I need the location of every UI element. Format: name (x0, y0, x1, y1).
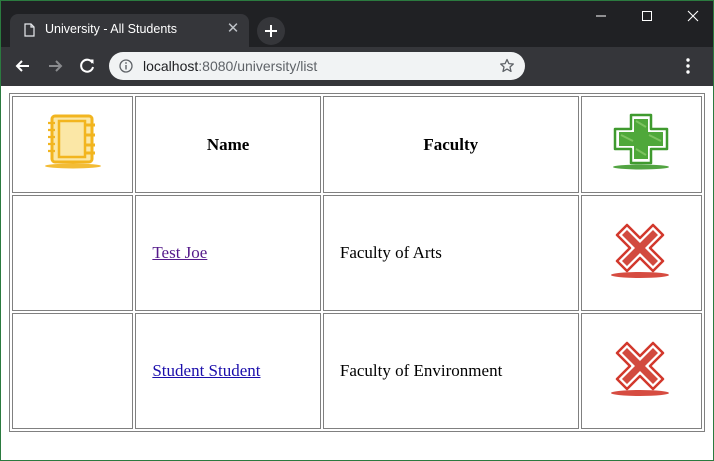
notebook-icon (44, 114, 101, 169)
plus-icon (265, 25, 277, 37)
delete-x-icon[interactable] (609, 221, 673, 281)
table-header-row: Name Faculty (12, 96, 702, 193)
url-path: :8080/university/list (198, 58, 318, 74)
new-tab-button[interactable] (257, 17, 285, 45)
browser-window: University - All Students ✕ localhost:80… (1, 1, 713, 460)
browser-toolbar: localhost:8080/university/list (1, 47, 713, 86)
student-name-cell: Test Joe (135, 195, 321, 311)
table-row: Test Joe Faculty of Arts (12, 195, 702, 311)
header-icon-cell (12, 96, 134, 193)
students-table: Name Faculty Test Joe Faculty of Arts St… (9, 93, 705, 432)
student-name-link[interactable]: Student Student (152, 361, 260, 380)
tab-title: University - All Students (45, 22, 177, 36)
reload-icon[interactable] (77, 56, 97, 76)
page-content: Name Faculty Test Joe Faculty of Arts St… (1, 86, 713, 460)
student-name-link[interactable]: Test Joe (152, 243, 207, 262)
student-faculty-cell: Faculty of Arts (322, 195, 579, 311)
forward-arrow-icon[interactable] (45, 56, 65, 76)
url-host: localhost (143, 58, 199, 74)
column-header-faculty: Faculty (322, 96, 579, 193)
tab-close-icon[interactable]: ✕ (226, 21, 240, 36)
url-text: localhost:8080/university/list (143, 58, 317, 74)
table-row: Student Student Faculty of Environment (12, 313, 702, 429)
add-plus-icon[interactable] (609, 111, 673, 173)
add-student-cell (580, 96, 702, 193)
student-name-cell: Student Student (135, 313, 321, 429)
row-empty-cell (12, 195, 134, 311)
minimize-icon[interactable] (591, 7, 611, 25)
maximize-icon[interactable] (637, 7, 657, 25)
document-icon (24, 23, 35, 37)
back-arrow-icon[interactable] (13, 56, 33, 76)
delete-student-cell (580, 195, 702, 311)
close-window-icon[interactable] (683, 7, 703, 25)
title-bar: University - All Students ✕ (1, 1, 713, 47)
address-bar[interactable]: localhost:8080/university/list (109, 52, 525, 80)
student-faculty-cell: Faculty of Environment (322, 313, 579, 429)
bookmark-star-icon[interactable] (499, 58, 515, 74)
column-header-name: Name (135, 96, 321, 193)
menu-dots-icon[interactable] (684, 57, 692, 75)
delete-x-icon[interactable] (609, 339, 673, 399)
info-icon[interactable] (119, 59, 133, 73)
row-empty-cell (12, 313, 134, 429)
delete-student-cell (580, 313, 702, 429)
browser-tab[interactable]: University - All Students ✕ (10, 14, 249, 47)
